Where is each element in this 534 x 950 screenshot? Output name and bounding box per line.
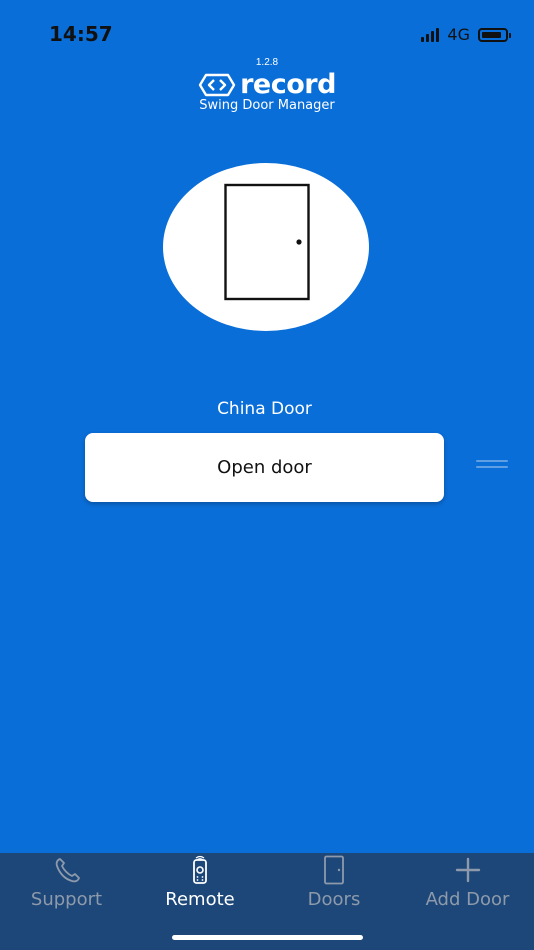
record-logo: record (0, 70, 534, 100)
closed-door-icon (224, 183, 310, 301)
brand-header: 1.2.8 record Swing Door Manager (0, 57, 534, 113)
remote-control-icon (193, 855, 207, 884)
home-indicator[interactable] (172, 935, 363, 940)
status-indicators: 4G (421, 25, 511, 44)
app-version: 1.2.8 (255, 57, 279, 68)
tab-label: Remote (165, 889, 235, 910)
tab-label: Add Door (425, 889, 510, 910)
logo-text: record (240, 69, 336, 100)
app-subtitle: Swing Door Manager (199, 98, 335, 113)
door-status-graphic (163, 163, 369, 331)
phone-icon (55, 858, 80, 883)
tab-doors[interactable]: Doors (267, 853, 401, 923)
battery-icon (478, 27, 511, 42)
open-door-button[interactable]: Open door (85, 433, 444, 502)
plus-icon (455, 857, 480, 883)
door-icon (324, 855, 344, 885)
reorder-handle-icon[interactable] (476, 460, 508, 476)
status-bar: 14:57 4G (0, 0, 534, 60)
record-logo-icon (198, 73, 236, 97)
tab-remote[interactable]: Remote (133, 853, 267, 923)
door-name: China Door (217, 399, 312, 419)
status-time: 14:57 (49, 22, 113, 46)
tab-add-door[interactable]: Add Door (401, 853, 534, 923)
tab-support[interactable]: Support (0, 853, 133, 923)
cellular-signal-icon (421, 27, 440, 42)
tab-label: Doors (307, 889, 361, 910)
tab-label: Support (30, 889, 103, 910)
network-type: 4G (447, 25, 470, 44)
